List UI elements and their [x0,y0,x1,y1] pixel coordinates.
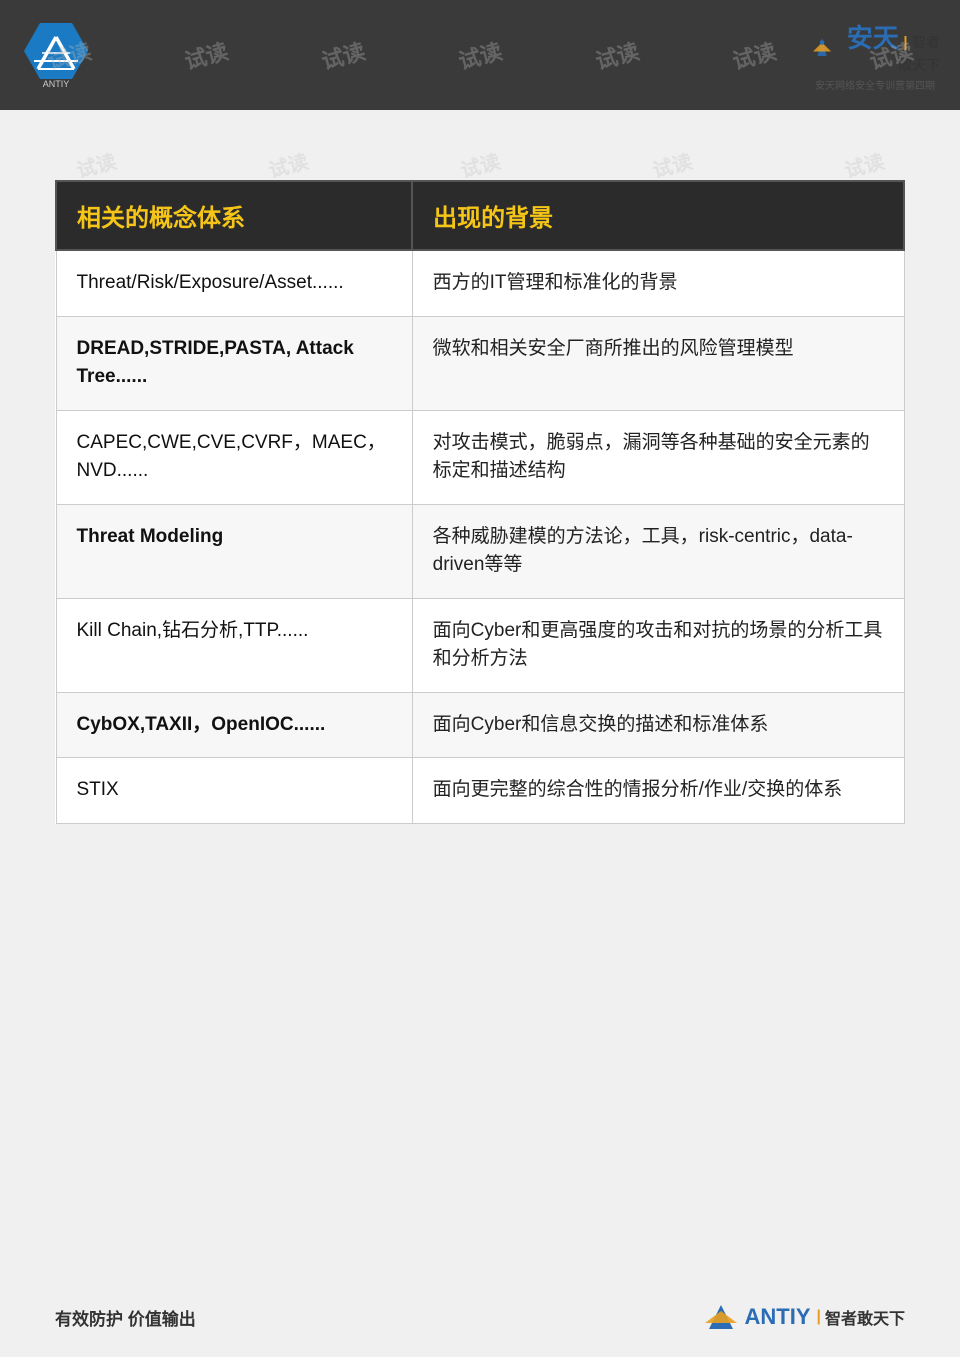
footer: 有效防护 价值输出 ANTIY | 智者敢天下 [0,1277,960,1357]
col2-header: 出现的背景 [412,181,904,250]
table-header-row: 相关的概念体系 出现的背景 [56,181,904,250]
footer-right: ANTIY | 智者敢天下 [703,1299,906,1335]
table-cell-background: 各种威胁建模的方法论，工具，risk-centric，data-driven等等 [412,504,904,598]
table-row: DREAD,STRIDE,PASTA, Attack Tree......微软和… [56,316,904,410]
concept-table: 相关的概念体系 出现的背景 Threat/Risk/Exposure/Asset… [55,180,905,824]
table-cell-concept: DREAD,STRIDE,PASTA, Attack Tree...... [56,316,412,410]
corner-logo-text: 安天 | 智者敢天下 [838,18,940,75]
table-cell-background: 对攻击模式，脆弱点，漏洞等各种基础的安全元素的标定和描述结构 [412,410,904,504]
table-cell-concept: CybOX,TAXII，OpenIOC...... [56,692,412,758]
table-row: CAPEC,CWE,CVE,CVRF，MAEC，NVD......对攻击模式，脆… [56,410,904,504]
corner-logo-separator: | [903,34,907,51]
header-right-logo: 安天 | 智者敢天下 安天网络安全专训营第四期 [810,20,940,90]
main-content: 相关的概念体系 出现的背景 Threat/Risk/Exposure/Asset… [0,110,960,864]
table-cell-background: 面向Cyber和信息交换的描述和标准体系 [412,692,904,758]
table-row: Kill Chain,钻石分析,TTP......面向Cyber和更高强度的攻击… [56,598,904,692]
table-cell-background: 面向Cyber和更高强度的攻击和对抗的场景的分析工具和分析方法 [412,598,904,692]
table-row: STIX面向更完整的综合性的情报分析/作业/交换的体系 [56,758,904,824]
footer-eagle-icon [703,1299,739,1335]
table-cell-background: 面向更完整的综合性的情报分析/作业/交换的体系 [412,758,904,824]
table-row: Threat/Risk/Exposure/Asset......西方的IT管理和… [56,250,904,316]
logo-area: ANTIY [20,19,92,91]
table-cell-concept: Threat/Risk/Exposure/Asset...... [56,250,412,316]
table-row: Threat Modeling各种威胁建模的方法论，工具，risk-centri… [56,504,904,598]
antiy-logo-svg: ANTIY [20,19,92,91]
footer-antiy-label: ANTIY [745,1304,811,1330]
footer-divider: | [817,1308,821,1326]
table-row: CybOX,TAXII，OpenIOC......面向Cyber和信息交换的描述… [56,692,904,758]
header: ANTIY 试读 试读 试读 试读 试读 试读 试读 安天 | 智者敢天下 安天 [0,0,960,110]
watermark-6: 试读 [729,34,780,76]
corner-logo-antiy: 安天 [847,23,899,53]
table-cell-background: 微软和相关安全厂商所推出的风险管理模型 [412,316,904,410]
eagle-icon [810,31,834,63]
table-cell-concept: CAPEC,CWE,CVE,CVRF，MAEC，NVD...... [56,410,412,504]
table-cell-concept: Threat Modeling [56,504,412,598]
footer-sub-label: 智者敢天下 [825,1305,905,1329]
table-cell-concept: STIX [56,758,412,824]
watermark-5: 试读 [592,34,643,76]
corner-tagline: 安天网络安全专训营第四期 [815,77,935,92]
corner-logo-main: 安天 | 智者敢天下 [810,18,940,75]
table-cell-concept: Kill Chain,钻石分析,TTP...... [56,598,412,692]
footer-left-text: 有效防护 价值输出 [55,1305,196,1330]
svg-text:ANTIY: ANTIY [43,79,70,89]
table-cell-background: 西方的IT管理和标准化的背景 [412,250,904,316]
antiy-logo: ANTIY [20,19,92,91]
col1-header: 相关的概念体系 [56,181,412,250]
watermark-2: 试读 [180,34,231,76]
watermark-4: 试读 [455,34,506,76]
watermark-3: 试读 [317,34,368,76]
